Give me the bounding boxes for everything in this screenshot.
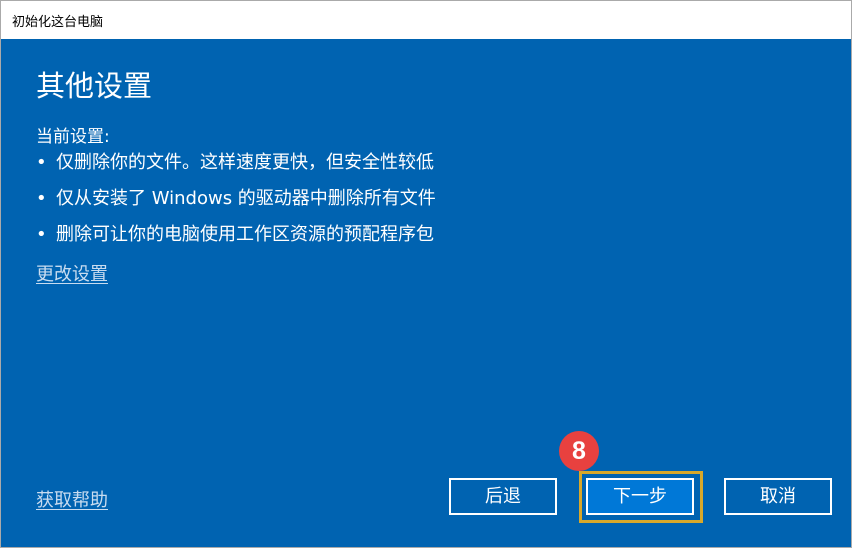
settings-list: • 仅删除你的文件。这样速度更快，但安全性较低 • 仅从安装了 Windows … (36, 151, 436, 259)
window-title: 初始化这台电脑 (12, 15, 104, 30)
bullet-icon: • (36, 188, 47, 209)
settings-list-item: • 仅从安装了 Windows 的驱动器中删除所有文件 (36, 187, 436, 223)
settings-list-item-text: 删除可让你的电脑使用工作区资源的预配程序包 (56, 224, 434, 245)
page-title: 其他设置 (36, 69, 153, 103)
next-button[interactable]: 下一步 (586, 478, 694, 515)
settings-list-item-text: 仅从安装了 Windows 的驱动器中删除所有文件 (56, 188, 436, 209)
reset-pc-window: 初始化这台电脑 其他设置 当前设置: • 仅删除你的文件。这样速度更快，但安全性… (0, 0, 852, 548)
settings-list-item-text: 仅删除你的文件。这样速度更快，但安全性较低 (56, 152, 434, 173)
title-bar: 初始化这台电脑 (1, 1, 851, 38)
bullet-icon: • (36, 224, 47, 245)
wizard-content: 其他设置 当前设置: • 仅删除你的文件。这样速度更快，但安全性较低 • 仅从安… (1, 39, 851, 547)
step-number-badge: 8 (559, 431, 599, 471)
change-settings-link[interactable]: 更改设置 (36, 260, 108, 286)
back-button[interactable]: 后退 (449, 478, 557, 515)
bullet-icon: • (36, 152, 47, 173)
current-settings-label: 当前设置: (36, 127, 110, 147)
cancel-button[interactable]: 取消 (724, 478, 832, 515)
settings-list-item: • 删除可让你的电脑使用工作区资源的预配程序包 (36, 223, 436, 259)
settings-list-item: • 仅删除你的文件。这样速度更快，但安全性较低 (36, 151, 436, 187)
get-help-link[interactable]: 获取帮助 (36, 486, 108, 512)
